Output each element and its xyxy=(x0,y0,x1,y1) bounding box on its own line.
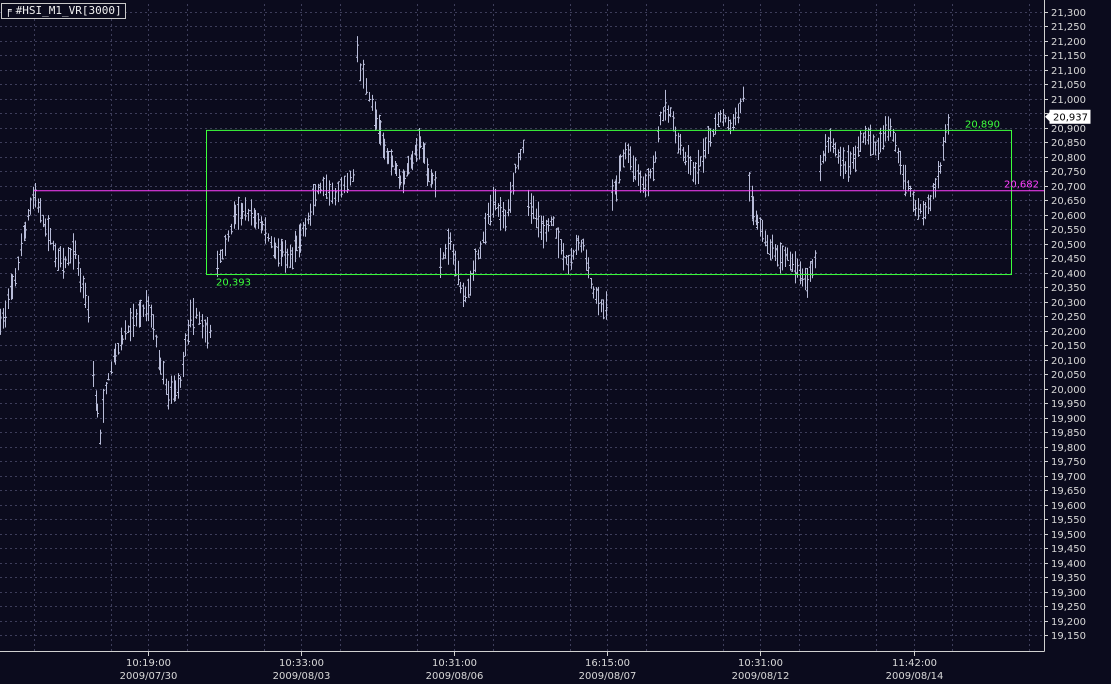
y-tick-label: 20,450 xyxy=(1051,254,1086,265)
y-tick-label: 20,350 xyxy=(1051,283,1086,294)
y-tick-label: 20,000 xyxy=(1051,385,1086,396)
y-tick-label: 19,800 xyxy=(1051,443,1086,454)
x-tick-time: 10:33:00 xyxy=(279,658,324,669)
y-tick-label: 19,200 xyxy=(1051,617,1086,628)
y-tick-label: 20,850 xyxy=(1051,138,1086,149)
y-tick-label: 21,100 xyxy=(1051,66,1086,77)
y-tick-label: 20,650 xyxy=(1051,196,1086,207)
y-tick-label: 20,400 xyxy=(1051,269,1086,280)
chart-title: #HSI_M1_VR[3000] xyxy=(15,4,122,17)
x-tick-time: 10:31:00 xyxy=(738,658,783,669)
y-tick-label: 21,150 xyxy=(1051,51,1086,62)
y-tick-label: 19,700 xyxy=(1051,472,1086,483)
y-tick-label: 19,650 xyxy=(1051,486,1086,497)
current-price-label: 20,937 xyxy=(1053,112,1088,123)
level-label: 20,682 xyxy=(1004,180,1039,191)
price-chart[interactable]: 20,89020,68220,393 19,15019,20019,25019,… xyxy=(0,0,1111,684)
y-tick-label: 19,450 xyxy=(1051,544,1086,555)
y-tick-label: 20,500 xyxy=(1051,240,1086,251)
x-tick-date: 2009/08/07 xyxy=(579,671,637,682)
level-label: 20,890 xyxy=(965,119,1000,130)
y-tick-label: 21,200 xyxy=(1051,37,1086,48)
chart-title-label[interactable]: ╒ #HSI_M1_VR[3000] xyxy=(1,3,126,19)
y-tick-label: 19,350 xyxy=(1051,573,1086,584)
x-tick-date: 2009/08/14 xyxy=(886,671,944,682)
y-tick-label: 20,600 xyxy=(1051,211,1086,222)
x-tick-date: 2009/08/06 xyxy=(426,671,484,682)
y-tick-label: 19,250 xyxy=(1051,602,1086,613)
y-tick-label: 20,550 xyxy=(1051,225,1086,236)
x-tick-time: 11:42:00 xyxy=(892,658,937,669)
x-tick-date: 2009/08/03 xyxy=(273,671,331,682)
grid xyxy=(0,4,1044,651)
y-tick-label: 19,550 xyxy=(1051,515,1086,526)
chart-window[interactable]: 20,890 20,682 20,393 19,150 19,200 19,250 19,… xyxy=(0,0,1111,684)
y-tick-label: 19,600 xyxy=(1051,501,1086,512)
y-tick-label: 20,300 xyxy=(1051,298,1086,309)
y-tick-label: 21,300 xyxy=(1051,8,1086,19)
y-tick-label: 19,850 xyxy=(1051,428,1086,439)
axes: 19,150 19,200 19,250 19,300 19,350 19,400 19,4… xyxy=(0,0,1091,682)
range-box xyxy=(206,129,1012,276)
level-label: 20,393 xyxy=(216,278,251,289)
y-tick-label: 20,200 xyxy=(1051,327,1086,338)
y-tick-label: 19,900 xyxy=(1051,414,1086,425)
x-tick-time: 10:31:00 xyxy=(432,658,477,669)
y-tick-label: 20,700 xyxy=(1051,182,1086,193)
y-tick-label: 21,000 xyxy=(1051,95,1086,106)
flag-icon: ╒ xyxy=(5,4,12,17)
y-tick-label: 19,300 xyxy=(1051,588,1086,599)
y-tick-label: 19,750 xyxy=(1051,457,1086,468)
y-tick-label: 20,900 xyxy=(1051,124,1086,135)
y-tick-label: 20,800 xyxy=(1051,153,1086,164)
y-tick-label: 19,150 xyxy=(1051,631,1086,642)
y-tick-label: 21,050 xyxy=(1051,80,1086,91)
y-tick-label: 19,500 xyxy=(1051,530,1086,541)
x-tick-date: 2009/07/30 xyxy=(120,671,178,682)
x-tick-time: 16:15:00 xyxy=(585,658,630,669)
y-tick-label: 20,050 xyxy=(1051,370,1086,381)
price-bars xyxy=(0,36,950,445)
x-tick-date: 2009/08/12 xyxy=(732,671,790,682)
y-tick-label: 20,250 xyxy=(1051,312,1086,323)
y-tick-label: 19,400 xyxy=(1051,559,1086,570)
y-tick-label: 20,100 xyxy=(1051,356,1086,367)
x-tick-time: 10:19:00 xyxy=(126,658,171,669)
y-tick-label: 19,950 xyxy=(1051,399,1086,410)
y-tick-label: 20,750 xyxy=(1051,167,1086,178)
y-tick-label: 20,150 xyxy=(1051,341,1086,352)
y-tick-label: 21,250 xyxy=(1051,22,1086,33)
